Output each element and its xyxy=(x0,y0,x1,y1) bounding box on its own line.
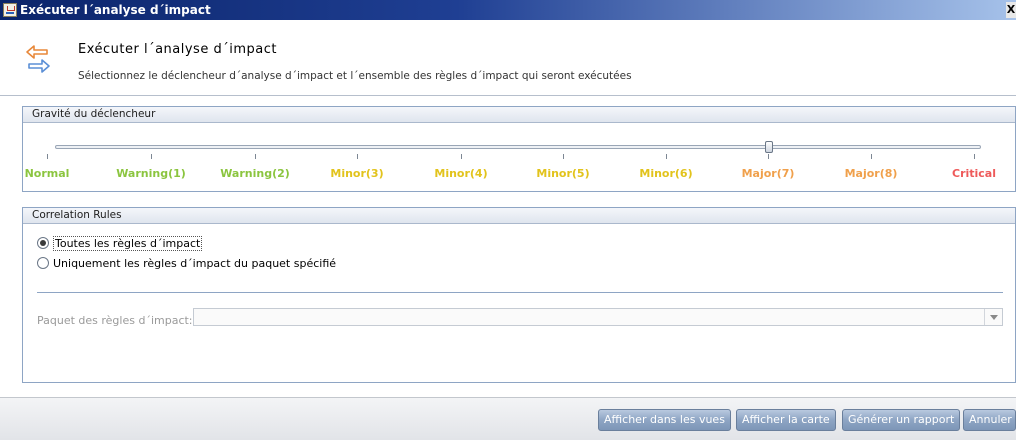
generate-report-button[interactable]: Générer un rapport xyxy=(842,409,961,431)
severity-label: Minor(6) xyxy=(639,167,693,180)
show-map-button[interactable]: Afficher la carte xyxy=(736,409,836,431)
severity-tick xyxy=(357,154,358,159)
correlation-rules-panel: Correlation Rules Toutes les règles d´im… xyxy=(22,207,1016,383)
severity-tick xyxy=(666,154,667,159)
severity-tick xyxy=(47,154,48,159)
radio-all-rules[interactable]: Toutes les règles d´impact xyxy=(37,236,203,252)
main-content: Gravité du déclencheur Normal Warning(1) W… xyxy=(0,97,1016,397)
severity-slider[interactable] xyxy=(55,141,981,153)
page-title: Exécuter l´analyse d´impact xyxy=(78,42,277,57)
severity-label: Critical xyxy=(951,167,997,180)
severity-label: Minor(3) xyxy=(330,167,384,180)
separator xyxy=(37,292,1003,293)
correlation-rules-title: Correlation Rules xyxy=(23,208,1015,224)
radio-all-rules-button[interactable] xyxy=(37,237,49,249)
chevron-down-icon[interactable] xyxy=(984,309,1002,325)
severity-tick xyxy=(151,154,152,159)
severity-tick xyxy=(563,154,564,159)
severity-tick xyxy=(871,154,872,159)
java-app-icon xyxy=(3,3,17,17)
radio-all-rules-label[interactable]: Toutes les règles d´impact xyxy=(53,236,203,251)
swap-arrows-icon xyxy=(26,45,50,73)
severity-tick xyxy=(768,154,769,159)
wizard-header: Exécuter l´analyse d´impact Sélectionnez… xyxy=(0,20,1016,96)
severity-tick xyxy=(974,154,975,159)
page-subtitle: Sélectionnez le déclencheur d´analyse d´… xyxy=(78,70,632,82)
severity-label: Major(7) xyxy=(741,167,795,180)
show-in-views-button[interactable]: Afficher dans les vues xyxy=(598,409,731,431)
button-bar: Afficher dans les vues Afficher la carte… xyxy=(0,397,1016,440)
severity-label: Warning(1) xyxy=(116,167,186,180)
radio-package-rules-label[interactable]: Uniquement les règles d´impact du paquet… xyxy=(53,257,336,270)
severity-slider-thumb[interactable] xyxy=(765,141,773,153)
severity-panel-title: Gravité du déclencheur xyxy=(23,107,1015,123)
package-label: Paquet des règles d´impact: xyxy=(37,314,193,327)
title-bar: Exécuter l´analyse d´impact X xyxy=(0,0,1016,20)
severity-label: Warning(2) xyxy=(220,167,290,180)
severity-panel: Gravité du déclencheur Normal Warning(1) W… xyxy=(22,106,1016,192)
severity-tick xyxy=(461,154,462,159)
radio-package-rules[interactable]: Uniquement les règles d´impact du paquet… xyxy=(37,256,336,272)
cancel-button[interactable]: Annuler xyxy=(963,409,1016,431)
severity-label: Normal xyxy=(24,167,70,180)
window-title: Exécuter l´analyse d´impact xyxy=(20,3,211,17)
severity-label: Major(8) xyxy=(844,167,898,180)
severity-tick xyxy=(255,154,256,159)
package-select[interactable] xyxy=(193,308,1003,326)
severity-label: Minor(5) xyxy=(536,167,590,180)
radio-package-rules-button[interactable] xyxy=(37,257,49,269)
close-button[interactable]: X xyxy=(1006,2,1016,18)
severity-label: Minor(4) xyxy=(434,167,488,180)
